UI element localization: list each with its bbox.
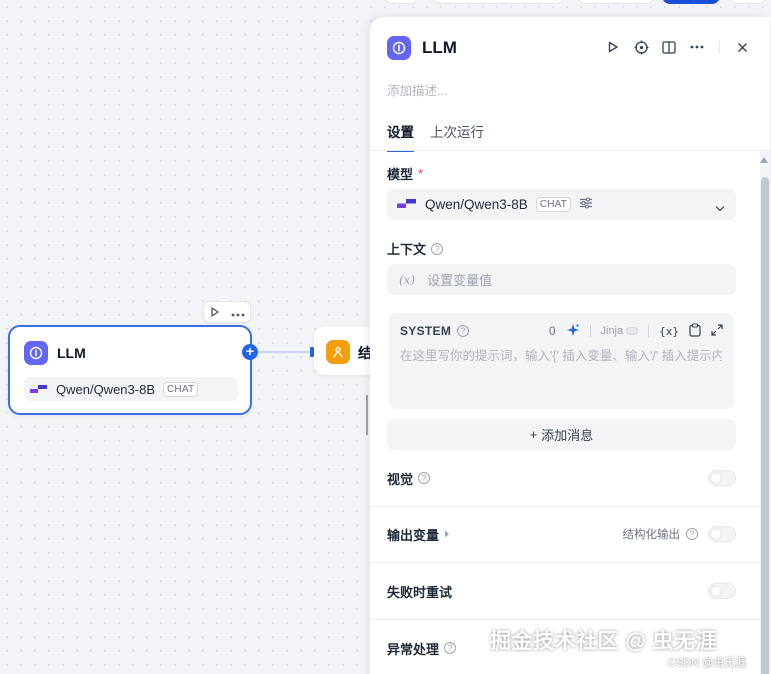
system-prompt-editor[interactable]: SYSTEM ? 0 Jinja {x} 在这里写你的提示词，输入'{' 插入变… — [389, 313, 734, 409]
structured-output-toggle[interactable] — [708, 526, 736, 542]
jinja-label: Jinja — [600, 325, 624, 337]
insert-variable-icon[interactable]: {x} — [659, 325, 679, 338]
toolbar-button[interactable] — [730, 0, 766, 4]
watermark: 掘金技术社区 @ 虫无涯 — [490, 630, 718, 653]
scroll-up-arrow[interactable] — [760, 157, 768, 163]
divider — [370, 619, 760, 620]
more-icon[interactable] — [231, 305, 245, 320]
help-icon[interactable]: ? — [686, 528, 698, 540]
node-settings-panel: LLM 添加描述... 设置 上次运行 模型 * Qwen/Qwen3-8B C… — [370, 17, 770, 674]
output-variables-row[interactable]: 输出变量 结构化输出 ? — [387, 524, 736, 544]
help-icon[interactable]: ? — [457, 325, 470, 337]
model-type-tag: CHAT — [535, 197, 572, 212]
error-handling-label: 异常处理 ? — [387, 639, 457, 658]
structured-output-group: 结构化输出 ? — [622, 526, 736, 542]
chevron-down-icon[interactable] — [715, 200, 725, 215]
vision-toggle[interactable] — [708, 470, 736, 486]
edge-connector — [258, 351, 314, 353]
model-select[interactable]: Qwen/Qwen3-8B CHAT — [387, 189, 736, 220]
add-next-node-handle[interactable]: + — [242, 344, 258, 360]
end-node-icon — [326, 340, 350, 364]
run-icon[interactable] — [605, 38, 621, 56]
toolbar-button[interactable] — [434, 0, 564, 4]
divider — [719, 40, 720, 54]
output-variables-label[interactable]: 输出变量 — [387, 525, 450, 544]
error-handling-label-text: 异常处理 — [387, 641, 440, 657]
llm-icon — [387, 36, 411, 60]
required-mark: * — [418, 166, 424, 181]
node-title: LLM — [57, 345, 86, 361]
model-params-icon[interactable] — [579, 197, 593, 212]
node-model-name: Qwen/Qwen3-8B — [56, 381, 155, 397]
tabs-divider — [370, 150, 770, 151]
watermark-sub: CSDN @虫无涯 — [668, 657, 747, 669]
model-label-text: 模型 — [387, 167, 414, 182]
node-model: Qwen/Qwen3-8B CHAT — [24, 377, 238, 401]
context-label-text: 上下文 — [387, 242, 427, 257]
panel-resize-handle[interactable] — [366, 395, 368, 435]
structured-output-label: 结构化输出 — [622, 529, 681, 541]
panel-title[interactable]: LLM — [422, 38, 457, 58]
tab-last-run[interactable]: 上次运行 — [430, 121, 484, 152]
more-icon[interactable] — [689, 38, 705, 56]
model-provider-icon — [30, 382, 48, 397]
llm-icon — [24, 341, 48, 365]
toolbar-button[interactable] — [578, 0, 654, 4]
expand-icon[interactable] — [711, 323, 723, 339]
jinja-switch[interactable] — [626, 327, 639, 335]
run-node-icon[interactable] — [210, 305, 220, 320]
target-icon[interactable] — [633, 38, 649, 56]
help-icon[interactable]: ? — [444, 642, 457, 654]
toolbar-button[interactable] — [384, 0, 418, 4]
context-variable-input[interactable]: (x) 设置变量值 — [387, 264, 736, 295]
vision-label-text: 视觉 — [387, 471, 414, 487]
llm-node[interactable]: LLM Qwen/Qwen3-8B CHAT — [8, 325, 252, 415]
publish-button[interactable] — [662, 0, 720, 4]
help-icon[interactable]: ? — [431, 242, 444, 255]
ai-generate-icon[interactable] — [566, 323, 580, 340]
context-placeholder: 设置变量值 — [427, 273, 493, 288]
panel-tabs: 设置 上次运行 — [387, 121, 484, 152]
system-label: SYSTEM — [400, 324, 452, 338]
model-label: 模型 * — [387, 164, 423, 183]
help-icon[interactable]: ? — [418, 472, 431, 484]
divider — [648, 325, 650, 337]
plus-icon: + — [529, 427, 538, 442]
scrollbar-thumb[interactable] — [761, 177, 769, 674]
divider — [589, 325, 591, 337]
close-icon[interactable] — [734, 38, 750, 56]
add-message-label: 添加消息 — [541, 428, 594, 443]
clipboard-icon[interactable] — [689, 322, 701, 340]
context-label: 上下文 ? — [387, 239, 444, 258]
split-view-icon[interactable] — [661, 38, 677, 56]
caret-right-icon — [445, 530, 450, 538]
output-variables-label-text: 输出变量 — [387, 527, 440, 543]
model-type-tag: CHAT — [163, 381, 199, 397]
model-provider-icon — [397, 197, 417, 212]
retry-label: 失败时重试 — [387, 584, 453, 600]
retry-row: 失败时重试 — [387, 581, 736, 601]
divider — [370, 506, 760, 507]
system-title: SYSTEM ? — [400, 324, 470, 338]
description-input[interactable]: 添加描述... — [387, 80, 447, 99]
vision-label: 视觉 ? — [387, 469, 431, 488]
jinja-toggle[interactable]: Jinja — [601, 325, 639, 337]
vision-row: 视觉 ? — [387, 468, 736, 488]
add-message-button[interactable]: + 添加消息 — [387, 419, 736, 450]
divider — [370, 562, 760, 563]
variable-icon: (x) — [399, 272, 416, 287]
tab-settings[interactable]: 设置 — [387, 121, 414, 152]
model-name: Qwen/Qwen3-8B — [425, 197, 528, 212]
retry-toggle[interactable] — [708, 583, 736, 599]
char-count: 0 — [548, 324, 556, 338]
node-actions — [203, 301, 251, 323]
system-prompt-placeholder: 在这里写你的提示词，输入'{' 插入变量、输入'/' 插入提示内容块 — [400, 349, 722, 363]
